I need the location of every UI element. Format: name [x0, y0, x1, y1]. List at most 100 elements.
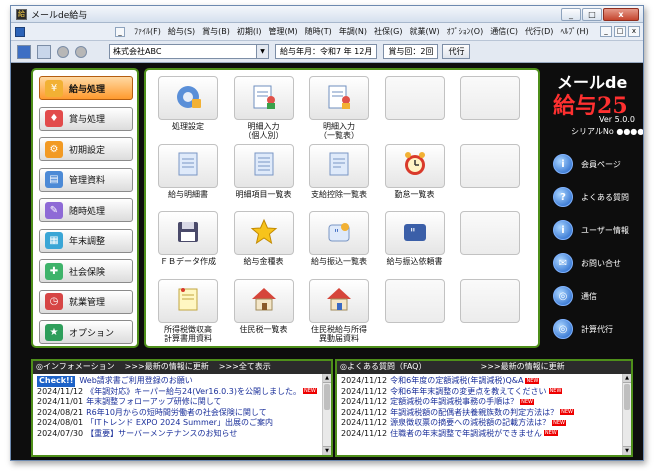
function-payslip[interactable]: 給与明細書	[153, 143, 223, 208]
news-link[interactable]: 源泉徴収票の摘要への減税額の記載方法は？	[390, 418, 550, 427]
news-link[interactable]: 「ITトレンド EXPO 2024 Summer」出展のご案内	[86, 418, 273, 427]
news-row[interactable]: 2024/11/12 《年調対応》キーパー給与24(Ver16.0.3)を公開しま…	[37, 387, 327, 398]
function-tile[interactable]	[309, 143, 369, 188]
news-row[interactable]: 2024/11/12 源泉徴収票の摘要への減税額の記載方法は？ NEW	[341, 418, 627, 429]
tab-occasional[interactable]: ✎ 随時処理	[39, 198, 133, 222]
function-edit-individual[interactable]: 明細入力 （個人別）	[229, 76, 299, 140]
news-row[interactable]: 2024/11/12 令和6年年末調整の変更点を教えてください NEW	[341, 387, 627, 398]
folder-icon[interactable]	[37, 44, 51, 59]
info-refresh-link[interactable]: >>>最新の情報に更新	[125, 361, 209, 374]
info-show-all-link[interactable]: >>>全て表示	[219, 361, 271, 374]
function-transfer-list[interactable]: " 給与振込一覧表	[304, 211, 374, 275]
bonus-round-field[interactable]: 賞与回：2回	[383, 44, 439, 59]
proxy-button[interactable]: 代行	[442, 44, 471, 59]
function-tile[interactable]	[158, 211, 218, 255]
function-tile[interactable]	[309, 278, 369, 323]
tab-calendar[interactable]: ▦ 年末調整	[39, 228, 133, 253]
menu-item[interactable]: 給与(S)	[165, 26, 198, 37]
news-link[interactable]: 年調減税額の配偶者扶養親族数の判定方法は？	[390, 408, 558, 417]
function-star[interactable]: 給与金種表	[229, 211, 299, 275]
minimize-button[interactable]: _	[561, 8, 581, 21]
function-tile[interactable]	[158, 76, 218, 120]
menu-item[interactable]: 初期(I)	[234, 26, 265, 37]
link-calc-service[interactable]: ◎ 計算代行	[553, 317, 643, 341]
faq-refresh-link[interactable]: >>>最新の情報に更新	[480, 361, 564, 374]
news-row[interactable]: 2024/07/30 【重要】サーバーメンテナンスのお知らせ	[37, 429, 327, 440]
function-tile[interactable]	[233, 143, 294, 188]
function-deduction-list[interactable]: 支給控除一覧表	[304, 143, 374, 208]
function-tax-memo[interactable]: 所得税徴収高 計算書用資料	[153, 278, 223, 343]
faq-scrollbar[interactable]: ▲ ▼	[622, 374, 631, 455]
function-tile[interactable]	[309, 76, 369, 120]
function-tile[interactable]: "	[384, 211, 445, 255]
link-member[interactable]: i 会員ページ	[553, 152, 643, 176]
menu-item[interactable]: 賞与(B)	[199, 26, 233, 37]
news-row[interactable]: 2024/11/12 定額減税の年調減税事務の手順は？ NEW	[341, 397, 627, 408]
function-tile[interactable]	[233, 278, 294, 323]
company-select[interactable]: 株式会社ABC ▼	[109, 44, 269, 59]
link-user-info[interactable]: i ユーザー情報	[553, 218, 643, 242]
link-mail[interactable]: ✉ お問い合せ	[553, 251, 643, 275]
menu-item[interactable]: ﾍﾙﾌﾟ(H)	[557, 26, 591, 37]
pay-month-field[interactable]: 給与年月：令和7 年 12月	[275, 44, 378, 59]
news-link[interactable]: 【重要】サーバーメンテナンスのお知らせ	[86, 429, 237, 438]
function-house[interactable]: 住民税一覧表	[229, 278, 299, 343]
menu-item[interactable]: ｵﾌﾟｼｮﾝ(O)	[444, 26, 487, 37]
function-tile[interactable]	[384, 143, 445, 188]
menu-item[interactable]: ﾌｧｲﾙ(F)	[131, 26, 164, 37]
menu-item[interactable]: 随時(T)	[302, 26, 335, 37]
link-globe[interactable]: ◎ 通信	[553, 284, 643, 308]
zoom-icon[interactable]	[75, 45, 87, 58]
tab-report[interactable]: ▤ 管理資料	[39, 167, 133, 192]
news-row[interactable]: 2024/11/01 年末調整フォローアップ研修に関して	[37, 397, 327, 408]
news-row[interactable]: 2024/11/12 年調減税額の配偶者扶養親族数の判定方法は？ NEW	[341, 408, 627, 419]
news-row[interactable]: 2024/08/21 R6年10月からの短時間労働者の社会保険に関して	[37, 408, 327, 419]
mdi-minimize-button[interactable]: _	[115, 26, 125, 37]
mdi-close-icon[interactable]: x	[628, 26, 640, 37]
function-process-settings[interactable]: 処理設定	[153, 76, 223, 140]
function-tile[interactable]	[233, 211, 294, 255]
news-row[interactable]: Check!! Web請求書ご利用登録のお願い	[37, 376, 327, 387]
news-row[interactable]: 2024/11/12 住職者の年末調整で年調減税ができません NEW	[341, 429, 627, 440]
news-link[interactable]: 令和6年度の定額減税(年調減税)Q&A	[390, 376, 523, 385]
search-icon[interactable]	[57, 45, 69, 58]
news-link[interactable]: 《年調対応》キーパー給与24(Ver16.0.3)を公開しました。	[86, 387, 301, 396]
news-link[interactable]: 住職者の年末調整で年調減税ができません	[390, 429, 542, 438]
menu-item[interactable]: 社保(G)	[371, 26, 405, 37]
tab-settings[interactable]: ⚙ 初期設定	[39, 137, 133, 161]
tab-bonus[interactable]: ♦ 賞与処理	[39, 106, 133, 131]
function-floppy[interactable]: ＦＢデータ作成	[153, 211, 223, 275]
chevron-down-icon[interactable]: ▼	[256, 45, 268, 58]
tab-insurance[interactable]: ✚ 社会保険	[39, 259, 133, 283]
function-item-list[interactable]: 明細項目一覧表	[229, 143, 299, 208]
news-link[interactable]: 年末調整フォローアップ研修に関して	[86, 397, 221, 406]
function-alarm-clock[interactable]: 勤怠一覧表	[380, 143, 450, 208]
tab-option[interactable]: ★ オプション	[39, 320, 133, 344]
menu-item[interactable]: 就業(W)	[407, 26, 443, 37]
close-button[interactable]: x	[603, 8, 639, 21]
link-faq[interactable]: ? よくある質問	[553, 185, 643, 209]
mdi-restore-icon[interactable]: □	[614, 26, 626, 37]
news-link[interactable]: R6年10月からの短時間労働者の社会保険に関して	[86, 408, 267, 417]
maximize-button[interactable]: □	[582, 8, 602, 21]
menu-item[interactable]: 管理(M)	[266, 26, 301, 37]
function-edit-list[interactable]: 明細入力 （一覧表）	[304, 76, 374, 140]
news-row[interactable]: 2024/08/01 「ITトレンド EXPO 2024 Summer」出展のご案…	[37, 418, 327, 429]
tab-clock[interactable]: ◷ 就業管理	[39, 289, 133, 314]
function-tile[interactable]	[233, 76, 294, 120]
function-tile[interactable]	[158, 143, 218, 188]
news-link[interactable]: 令和6年年末調整の変更点を教えてください	[390, 387, 546, 396]
function-tile[interactable]	[158, 278, 218, 323]
info-scrollbar[interactable]: ▲ ▼	[322, 374, 331, 455]
save-icon[interactable]	[17, 44, 31, 59]
menu-item[interactable]: 年調(N)	[336, 26, 370, 37]
function-house-change[interactable]: 住民税給与所得 異動届資料	[304, 278, 374, 343]
news-row[interactable]: 2024/11/12 令和6年度の定額減税(年調減税)Q&A NEW	[341, 376, 627, 387]
function-tile[interactable]: "	[309, 211, 369, 255]
menu-item[interactable]: 通信(C)	[487, 26, 521, 37]
news-link[interactable]: Web請求書ご利用登録のお願い	[79, 376, 192, 385]
tab-payroll[interactable]: ¥ 給与処理	[39, 76, 133, 100]
menu-item[interactable]: 代行(D)	[522, 26, 556, 37]
function-transfer-request[interactable]: " 給与振込依頼書	[380, 211, 450, 275]
mdi-min-icon[interactable]: _	[600, 26, 612, 37]
